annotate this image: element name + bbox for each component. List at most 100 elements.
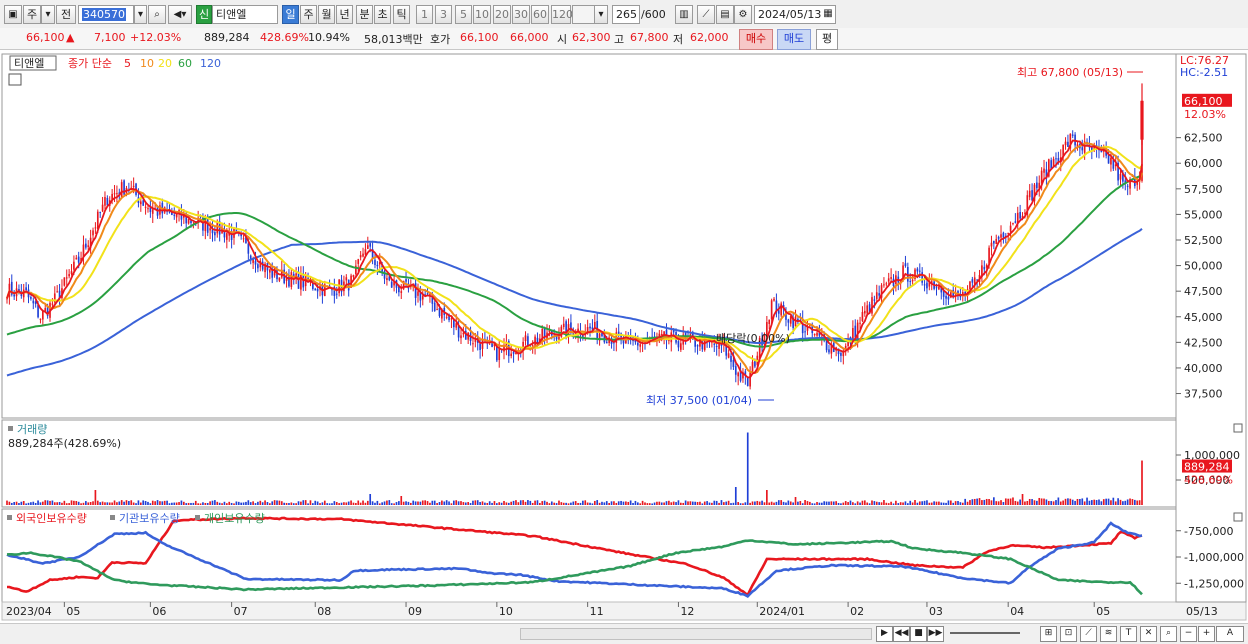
volume-bar — [393, 503, 395, 505]
volume-bar — [1040, 498, 1043, 505]
volume-bar — [727, 500, 730, 505]
volume-ratio: 428.69% — [260, 31, 309, 44]
candle — [524, 335, 527, 342]
period-button[interactable]: 주 — [300, 5, 317, 24]
volume-bar — [32, 501, 35, 505]
stop-icon[interactable]: ■ — [910, 626, 927, 642]
period-button[interactable]: 초 — [374, 5, 391, 24]
volume-subtitle: 889,284주(428.69%) — [8, 437, 121, 450]
chevron-down-icon[interactable]: ▾ — [134, 5, 147, 24]
text-tool-icon[interactable]: T — [1120, 626, 1137, 642]
last-price: 66,100 — [1184, 95, 1223, 108]
candle — [589, 326, 591, 329]
gear-icon[interactable]: ⚙ — [734, 5, 752, 24]
interval-button[interactable]: 30 — [512, 5, 530, 24]
horizontal-scrollbar[interactable] — [520, 628, 872, 640]
font-size-icon[interactable]: A — [1216, 626, 1244, 642]
volume-bar — [689, 501, 692, 505]
tab-prev-button[interactable]: 전 — [56, 5, 76, 24]
interval-button[interactable]: 1 — [416, 5, 433, 24]
indicator-icon[interactable]: ⊡ — [1060, 626, 1077, 642]
buy-button[interactable]: 매수 — [739, 29, 773, 50]
sell-button[interactable]: 매도 — [777, 29, 811, 50]
volume-bar — [314, 500, 317, 505]
volume-bar — [73, 500, 75, 505]
zoom-out-icon[interactable]: − — [1180, 626, 1197, 642]
period-button[interactable]: 분 — [356, 5, 373, 24]
interval-button[interactable]: 60 — [531, 5, 549, 24]
volume-bar — [488, 501, 491, 505]
volume-bar — [548, 503, 551, 505]
stock-name-field[interactable]: 티앤엘 — [212, 5, 278, 24]
search-icon[interactable]: ⌕ — [148, 5, 166, 24]
volume-bar — [734, 487, 737, 505]
volume-bar — [668, 500, 670, 505]
interval-button[interactable]: 10 — [473, 5, 491, 24]
volume-bar — [261, 502, 264, 505]
candle-type-icon[interactable]: ▥ — [675, 5, 693, 24]
period-button[interactable]: 틱 — [393, 5, 410, 24]
volume-bar — [820, 502, 823, 505]
volume-bar — [978, 498, 981, 505]
volume-bar — [804, 500, 806, 505]
volume-bar — [742, 503, 744, 505]
volume-bar — [1071, 499, 1074, 505]
candle — [1000, 234, 1002, 238]
interval-button[interactable]: 20 — [493, 5, 511, 24]
avg-price-button[interactable]: 평 — [816, 29, 838, 50]
volume-bar — [777, 500, 780, 505]
interval-button[interactable]: 3 — [435, 5, 452, 24]
fast-forward-icon[interactable]: ▶▶ — [927, 626, 944, 642]
volume-bar — [448, 501, 450, 505]
chevron-down-icon[interactable]: ▾ — [594, 5, 608, 24]
count-input[interactable]: 265 — [612, 5, 640, 24]
volume-bar — [333, 501, 336, 505]
window-icon[interactable]: ▣ — [4, 5, 22, 24]
new-listing-badge: 신 — [196, 5, 212, 24]
volume-value: 889,284 — [204, 31, 250, 44]
volume-bar — [228, 501, 231, 505]
volume-bar — [216, 501, 219, 505]
fib-tool-icon[interactable]: ≋ — [1100, 626, 1117, 642]
volume-bar — [89, 502, 92, 505]
zoom-slider[interactable] — [950, 632, 1020, 634]
period-button[interactable]: 년 — [336, 5, 353, 24]
rewind-icon[interactable]: ◀◀ — [893, 626, 910, 642]
volume-bar — [65, 503, 68, 505]
ex-dividend-annotation: 배당락(0.00%) — [716, 332, 790, 345]
volume-bar — [950, 500, 952, 505]
holdings-legend-0: 외국인보유수량 — [16, 512, 87, 525]
calendar-icon[interactable]: ▦ — [820, 5, 836, 24]
scroll-right-icon[interactable]: ▶ — [876, 626, 893, 642]
volume-bar — [366, 500, 369, 505]
interval-button[interactable]: 120 — [551, 5, 573, 24]
volume-bar — [842, 502, 845, 505]
interval-button[interactable]: 5 — [455, 5, 472, 24]
candle — [56, 291, 59, 293]
erase-icon[interactable]: ✕ — [1140, 626, 1157, 642]
chevron-down-icon[interactable]: ▾ — [41, 5, 55, 24]
volume-bar — [209, 501, 211, 505]
grid-icon[interactable]: ⊞ — [1040, 626, 1057, 642]
period-button[interactable]: 일 — [282, 5, 299, 24]
candle — [104, 197, 106, 206]
volume-bar — [1131, 499, 1134, 505]
volume-bar — [419, 501, 422, 505]
last-volume-pct: 428.69% — [1184, 474, 1233, 487]
line-tool-icon[interactable]: ⟋ — [1080, 626, 1097, 642]
ask-label: 호가 — [430, 33, 451, 46]
draw-tool-icon[interactable]: ⟋ — [697, 5, 715, 24]
volume-bar — [562, 502, 565, 505]
zoom-icon[interactable]: ⌕ — [1160, 626, 1177, 642]
candle — [887, 278, 890, 282]
stock-code-input[interactable]: 340570 — [78, 5, 134, 24]
candle — [813, 334, 816, 336]
volume-bar — [591, 503, 594, 505]
volume-bar — [323, 500, 326, 505]
period-button[interactable]: 월 — [318, 5, 335, 24]
tab-week-button[interactable]: 주 — [23, 5, 41, 24]
zoom-in-icon[interactable]: + — [1198, 626, 1215, 642]
volume-bar — [266, 502, 269, 505]
save-icon[interactable]: ▤ — [716, 5, 734, 24]
speaker-icon[interactable]: ◀▾ — [168, 5, 192, 24]
